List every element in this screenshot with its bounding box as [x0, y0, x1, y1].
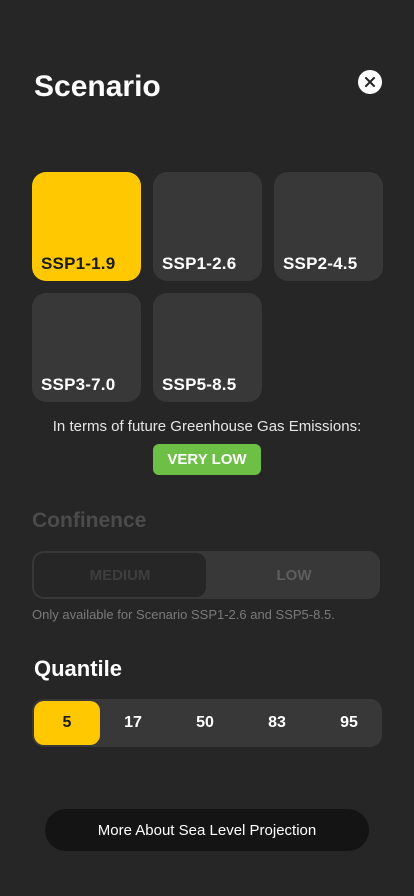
scenario-tile-ssp5-8-5[interactable]: SSP5-8.5	[153, 293, 262, 402]
quantile-title: Quantile	[34, 656, 123, 681]
quantile-option-83[interactable]: 83	[244, 699, 310, 747]
confinence-option-low: LOW	[276, 566, 312, 584]
scenario-tile-label: SSP1-2.6	[162, 254, 237, 273]
quantile-option-95[interactable]: 95	[316, 699, 382, 747]
scenario-tile-label: SSP5-8.5	[162, 375, 237, 394]
close-icon	[365, 77, 375, 87]
scenario-tile-label: SSP2-4.5	[283, 254, 358, 273]
scenario-tile-label: SSP1-1.9	[41, 254, 116, 273]
quantile-selector: 5 17 50 83 95	[32, 699, 382, 747]
scenario-tile-ssp3-7-0[interactable]: SSP3-7.0	[32, 293, 141, 402]
confinence-title: Confinence	[32, 509, 147, 532]
quantile-option-50[interactable]: 50	[172, 699, 238, 747]
quantile-option-17[interactable]: 17	[100, 699, 166, 747]
scenario-tile-ssp2-4-5[interactable]: SSP2-4.5	[274, 172, 383, 281]
quantile-option-5[interactable]: 5	[34, 701, 100, 745]
emissions-level-badge: VERY LOW	[153, 444, 261, 475]
close-button[interactable]	[358, 70, 382, 94]
scenario-tile-ssp1-1-9[interactable]: SSP1-1.9	[32, 172, 141, 281]
scenario-tile-ssp1-2-6[interactable]: SSP1-2.6	[153, 172, 262, 281]
confinence-toggle: MEDIUM LOW	[32, 551, 380, 599]
page-title: Scenario	[34, 70, 161, 103]
more-about-sea-level-button[interactable]: More About Sea Level Projection	[45, 809, 369, 851]
scenario-tile-label: SSP3-7.0	[41, 375, 116, 394]
confinence-option-medium: MEDIUM	[34, 553, 206, 597]
confinence-note: Only available for Scenario SSP1-2.6 and…	[32, 607, 335, 622]
emissions-description: In terms of future Greenhouse Gas Emissi…	[52, 418, 362, 435]
